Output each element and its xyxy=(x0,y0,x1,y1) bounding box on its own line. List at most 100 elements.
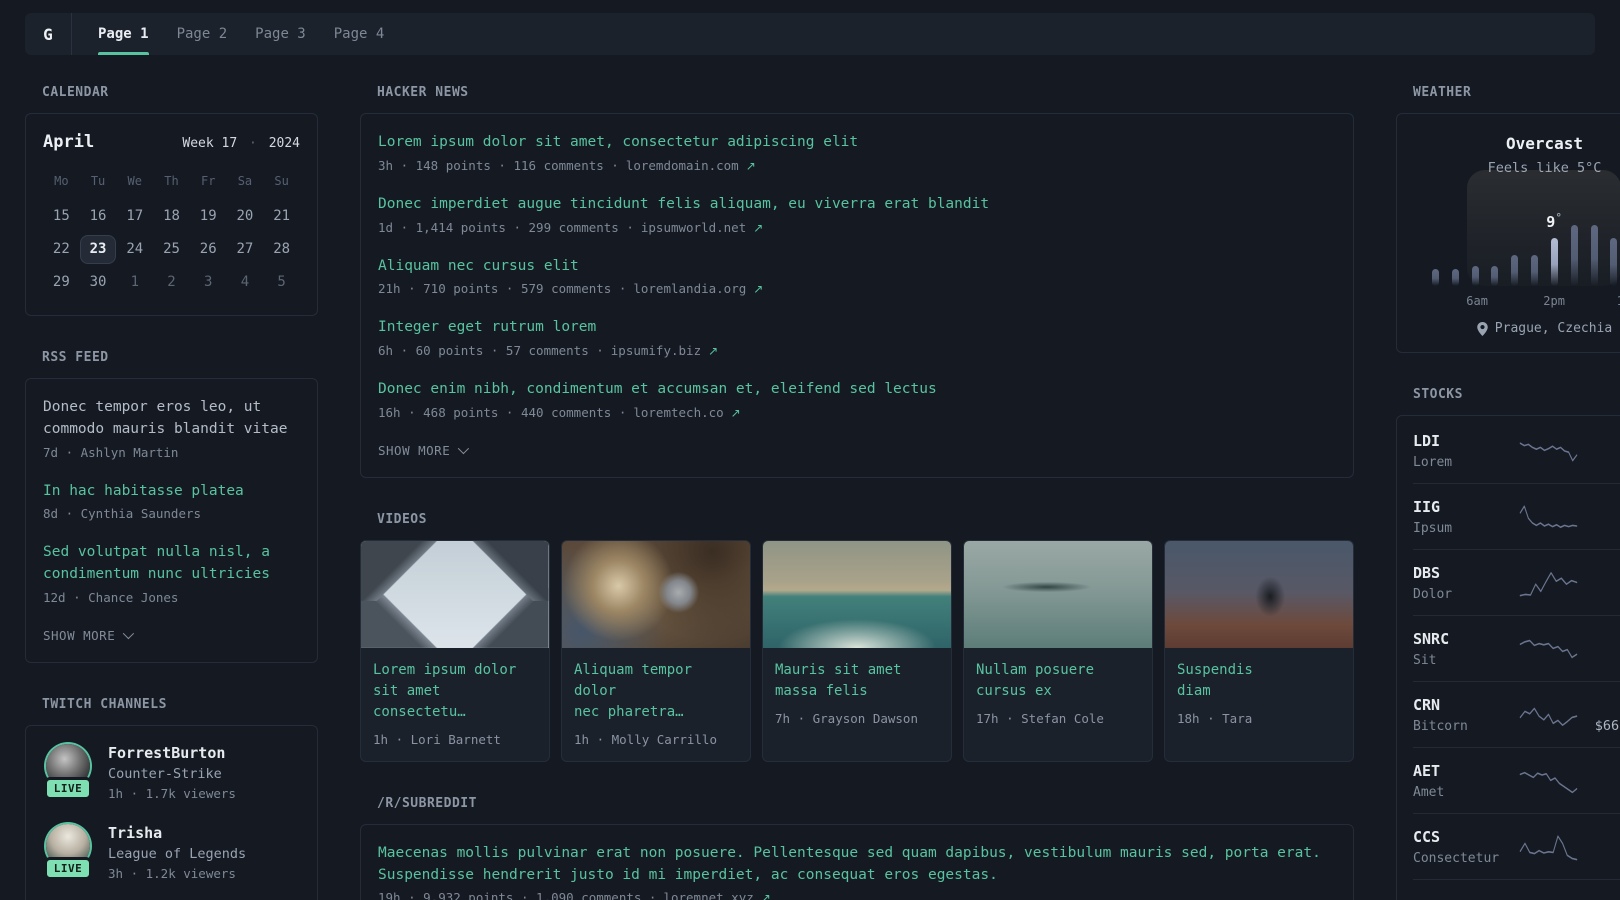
calendar-day[interactable]: 23 xyxy=(79,235,117,264)
stock-row[interactable]: LDI Lorem +4.35% $795.18 xyxy=(1413,418,1620,483)
hackernews-card: Lorem ipsum dolor sit amet, consectetur … xyxy=(360,113,1354,478)
news-item-stats: 16h · 468 points · 440 comments · xyxy=(378,404,627,420)
stock-sparkline xyxy=(1519,834,1578,860)
twitch-widget: TWITCH CHANNELS LIVE ForrestBurton Count… xyxy=(25,697,318,900)
news-item-title[interactable]: Lorem ipsum dolor sit amet, consectetur … xyxy=(378,132,1336,154)
rss-show-more-button[interactable]: SHOW MORE xyxy=(43,628,135,643)
calendar-day[interactable]: 20 xyxy=(227,202,264,231)
feed-item-title[interactable]: Sed volutpat nulla nisl, a condimentum n… xyxy=(43,542,300,586)
calendar-day[interactable]: 3 xyxy=(190,268,227,297)
news-item-domain[interactable]: loremlandia.org xyxy=(633,281,746,296)
stock-row[interactable]: DBS Dolor +1.42% $156.28 xyxy=(1413,549,1620,615)
calendar-day[interactable]: 2 xyxy=(153,268,190,297)
stock-row[interactable]: SNRC Sit +1.36% $148.64 xyxy=(1413,615,1620,681)
calendar-day[interactable]: 29 xyxy=(43,268,80,297)
weather-hour-bar xyxy=(1491,265,1499,286)
stock-name: Dolor xyxy=(1413,586,1453,602)
live-badge: LIVE xyxy=(43,776,93,800)
page-tab[interactable]: Page 4 xyxy=(334,13,385,55)
stock-row[interactable]: CRN Bitcorn -1.00% $66,171.48 xyxy=(1413,681,1620,747)
stock-sparkline xyxy=(1519,707,1578,726)
external-link-icon: ↗ xyxy=(730,405,741,420)
news-item-domain[interactable]: ipsumify.biz xyxy=(611,343,701,358)
video-thumbnail[interactable] xyxy=(964,540,1152,648)
twitch-list: LIVE ForrestBurton Counter-Strike 1h · 1… xyxy=(43,743,300,900)
calendar-separator: · xyxy=(249,136,257,151)
stock-sparkline xyxy=(1519,639,1578,658)
video-card[interactable]: Nullam posuere cursus ex 17h · Stefan Co… xyxy=(963,539,1153,762)
rss-widget: RSS FEED Donec tempor eros leo, ut commo… xyxy=(25,350,318,663)
news-item-title[interactable]: Integer eget rutrum lorem xyxy=(378,317,1336,339)
news-item-domain[interactable]: loremnet.xyz xyxy=(663,890,753,900)
top-nav: G Page 1 Page 2 Page 3 Page 4 xyxy=(25,13,1595,55)
rss-widget-header: RSS FEED xyxy=(42,350,109,365)
news-item-title[interactable]: Donec imperdiet augue tincidunt felis al… xyxy=(378,194,1336,216)
stock-row[interactable]: IIG Ipsum +2.84% $42.04 xyxy=(1413,483,1620,549)
stock-price: $795.18 xyxy=(1588,454,1620,470)
video-title[interactable]: Lorem ipsum dolor sit amet consectetu… xyxy=(373,660,537,723)
calendar-day[interactable]: 28 xyxy=(263,235,300,264)
page-tab-label: Page 2 xyxy=(176,26,228,42)
calendar-week: Week 17 xyxy=(182,136,238,151)
news-item-domain[interactable]: loremtech.co xyxy=(633,405,723,420)
stock-sparkline xyxy=(1519,571,1578,596)
feed-item: In hac habitasse platea 8d · Cynthia Sau… xyxy=(43,481,300,522)
news-item-stats: 1d · 1,414 points · 299 comments · xyxy=(378,219,634,235)
page-tabs: Page 1 Page 2 Page 3 Page 4 xyxy=(72,13,384,55)
twitch-channel[interactable]: LIVE ForrestBurton Counter-Strike 1h · 1… xyxy=(43,743,300,801)
hackernews-show-more-button[interactable]: SHOW MORE xyxy=(378,443,470,458)
news-item-title[interactable]: Donec enim nibh, condimentum et accumsan… xyxy=(378,379,1336,401)
page-tab[interactable]: Page 1 xyxy=(98,13,149,55)
video-card[interactable]: Lorem ipsum dolor sit amet consectetu… 1… xyxy=(360,539,550,762)
video-thumbnail[interactable] xyxy=(361,540,549,648)
news-item-title[interactable]: Aliquam nec cursus elit xyxy=(378,256,1336,278)
news-item-domain[interactable]: loremdomain.com xyxy=(626,158,739,173)
feed-item-title[interactable]: In hac habitasse platea xyxy=(43,481,300,503)
weather-hour-bar xyxy=(1432,268,1439,286)
dashboard-page: G Page 1 Page 2 Page 3 Page 4 CALENDAR A… xyxy=(0,0,1620,900)
video-thumbnail[interactable] xyxy=(562,540,750,648)
twitch-channel[interactable]: LIVE Trisha League of Legends 3h · 1.2k … xyxy=(43,823,300,881)
channel-name[interactable]: Trisha xyxy=(108,824,246,842)
calendar-day[interactable]: 1 xyxy=(116,268,153,297)
calendar-day[interactable]: 15 xyxy=(43,202,80,231)
video-thumbnail[interactable] xyxy=(763,540,951,648)
calendar-day[interactable]: 30 xyxy=(80,268,117,297)
weather-time-labels: 6am2pm10pm xyxy=(1429,292,1620,308)
video-thumbnail[interactable] xyxy=(1165,540,1353,648)
stock-row[interactable]: CCS Consectetur +0.51% $165.84 xyxy=(1413,813,1620,879)
calendar-day[interactable]: 5 xyxy=(263,268,300,297)
news-item-domain[interactable]: ipsumworld.net xyxy=(641,220,746,235)
stock-row[interactable]: AHS +0.46% xyxy=(1413,879,1620,900)
feed-item-title[interactable]: Donec tempor eros leo, ut commodo mauris… xyxy=(43,397,300,441)
chevron-down-icon xyxy=(457,443,470,455)
video-card[interactable]: Mauris sit amet massa felis 7h · Grayson… xyxy=(762,539,952,762)
calendar-day[interactable]: 27 xyxy=(227,235,264,264)
page-tab[interactable]: Page 2 xyxy=(177,13,228,55)
video-title[interactable]: Mauris sit amet massa felis xyxy=(775,660,939,702)
calendar-day[interactable]: 26 xyxy=(190,235,227,264)
calendar-day[interactable]: 17 xyxy=(116,202,153,231)
stock-row[interactable]: AET Amet +0.92% $499.72 xyxy=(1413,747,1620,813)
calendar-day[interactable]: 25 xyxy=(153,235,190,264)
calendar-day[interactable]: 24 xyxy=(116,235,153,264)
calendar-day[interactable]: 16 xyxy=(80,202,117,231)
calendar-day[interactable]: 21 xyxy=(263,202,300,231)
stock-change: +1.36% xyxy=(1588,629,1620,647)
video-title[interactable]: Aliquam tempor dolor nec pharetra… xyxy=(574,660,738,723)
video-title[interactable]: Suspendis diam xyxy=(1177,660,1341,702)
page-tab[interactable]: Page 3 xyxy=(255,13,306,55)
subreddit-list: Maecenas mollis pulvinar erat non posuer… xyxy=(378,843,1336,900)
calendar-day[interactable]: 19 xyxy=(190,202,227,231)
video-card[interactable]: Suspendis diam 18h · Tara xyxy=(1164,539,1354,762)
stock-name: Lorem xyxy=(1413,454,1453,470)
news-item-title[interactable]: Maecenas mollis pulvinar erat non posuer… xyxy=(378,843,1336,887)
video-card[interactable]: Aliquam tempor dolor nec pharetra… 1h · … xyxy=(561,539,751,762)
calendar-day[interactable]: 22 xyxy=(43,235,80,264)
calendar-day[interactable]: 18 xyxy=(153,202,190,231)
channel-name[interactable]: ForrestBurton xyxy=(108,744,236,762)
video-title[interactable]: Nullam posuere cursus ex xyxy=(976,660,1140,702)
weather-hour-bar xyxy=(1531,254,1539,286)
weather-chart: 9° 6am2pm10pm xyxy=(1415,170,1620,308)
calendar-day[interactable]: 4 xyxy=(227,268,264,297)
